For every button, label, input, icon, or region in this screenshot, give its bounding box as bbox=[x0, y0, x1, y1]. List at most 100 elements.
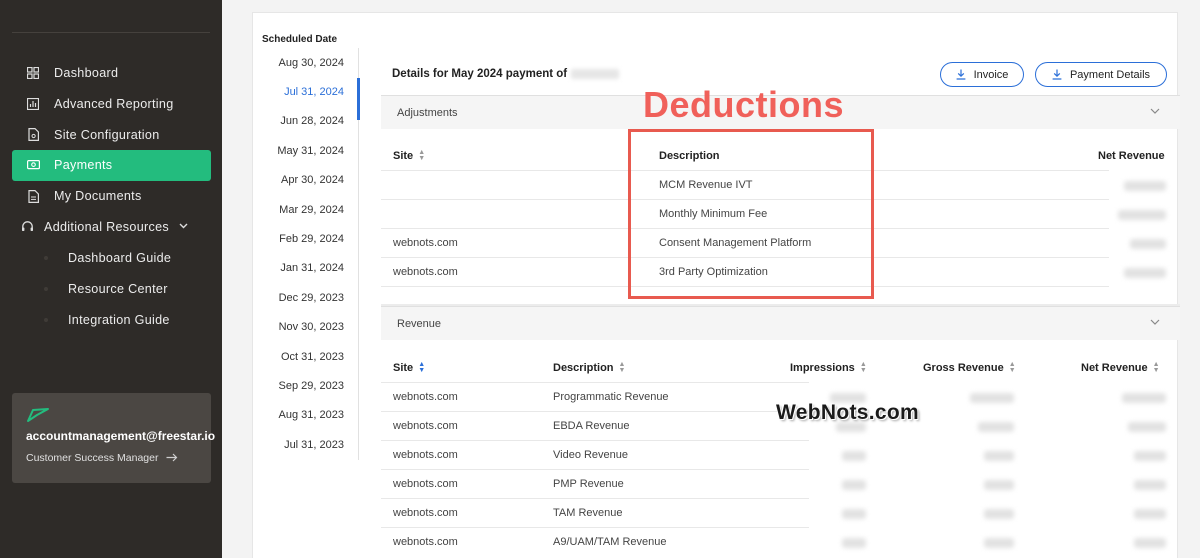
money-icon bbox=[26, 158, 40, 172]
row-divider bbox=[381, 527, 809, 528]
redacted-impressions bbox=[842, 480, 866, 490]
revenue-site: webnots.com bbox=[393, 391, 458, 403]
sidebar-item-my-documents[interactable]: My Documents bbox=[12, 181, 211, 212]
bullet-icon bbox=[44, 255, 48, 260]
row-divider bbox=[381, 411, 809, 412]
row-divider bbox=[381, 498, 809, 499]
details-title-text: Details for May 2024 payment of bbox=[392, 68, 568, 80]
grid-icon bbox=[26, 66, 40, 80]
sort-icon: ▲ ▼ bbox=[418, 361, 426, 374]
redacted-gross-revenue bbox=[970, 393, 1014, 403]
sidebar-item-label: Site Configuration bbox=[54, 127, 160, 142]
sidebar-item-label: Advanced Reporting bbox=[54, 97, 174, 112]
revenue-title: Revenue bbox=[397, 317, 442, 330]
date-item[interactable]: Sep 29, 2023 bbox=[262, 371, 358, 400]
redacted-net-revenue bbox=[1134, 480, 1166, 490]
sidebar-item-additional-resources[interactable]: Additional Resources bbox=[12, 211, 211, 242]
payment-details-button-label: Payment Details bbox=[1069, 68, 1151, 81]
deductions-annotation: Deductions bbox=[643, 84, 845, 125]
sidebar-subitem-integration-guide[interactable]: Integration Guide bbox=[12, 305, 211, 336]
revenue-section-header[interactable]: Revenue bbox=[381, 306, 1180, 340]
sidebar-subitem-label: Dashboard Guide bbox=[68, 250, 172, 265]
date-item[interactable]: Aug 30, 2024 bbox=[262, 48, 358, 77]
column-label: Net Revenue bbox=[1081, 362, 1148, 374]
revenue-description: PMP Revenue bbox=[553, 478, 624, 490]
sidebar-item-payments[interactable]: Payments bbox=[12, 150, 211, 181]
redacted-gross-revenue bbox=[984, 509, 1014, 519]
sidebar-item-label: Dashboard bbox=[54, 66, 119, 81]
date-item[interactable]: May 31, 2024 bbox=[262, 136, 358, 165]
chevron-down-icon bbox=[1150, 317, 1160, 328]
redacted-gross-revenue bbox=[984, 480, 1014, 490]
date-item-selected[interactable]: Jul 31, 2024 bbox=[262, 77, 358, 106]
sidebar-subitem-label: Resource Center bbox=[68, 282, 168, 297]
revenue-header-site[interactable]: Site ▲ ▼ bbox=[393, 361, 426, 374]
revenue-header-description[interactable]: Description ▲ ▼ bbox=[553, 361, 625, 374]
revenue-site: webnots.com bbox=[393, 536, 458, 548]
payment-details-button[interactable]: Payment Details bbox=[1035, 62, 1167, 87]
sort-icon: ▲ ▼ bbox=[859, 361, 867, 374]
redacted-net-revenue bbox=[1118, 210, 1166, 220]
date-item[interactable]: Nov 30, 2023 bbox=[262, 313, 358, 342]
sidebar-subitem-resource-center[interactable]: Resource Center bbox=[12, 273, 211, 304]
date-item[interactable]: Aug 31, 2023 bbox=[262, 401, 358, 430]
redacted-gross-revenue bbox=[984, 538, 1014, 548]
adjustments-header-site[interactable]: Site ▲ ▼ bbox=[393, 149, 426, 162]
details-title: Details for May 2024 payment of bbox=[392, 68, 620, 80]
redacted-gross-revenue bbox=[978, 422, 1014, 432]
revenue-header-impressions[interactable]: Impressions ▲ ▼ bbox=[790, 361, 867, 374]
revenue-site: webnots.com bbox=[393, 478, 458, 490]
date-item[interactable]: Dec 29, 2023 bbox=[262, 283, 358, 312]
date-item[interactable]: Jan 31, 2024 bbox=[262, 254, 358, 283]
revenue-header-gross-revenue[interactable]: Gross Revenue ▲ ▼ bbox=[923, 361, 1016, 374]
account-email: accountmanagement@freestar.io bbox=[26, 429, 216, 443]
invoice-button[interactable]: Invoice bbox=[940, 62, 1024, 87]
document-icon bbox=[26, 189, 40, 203]
date-item[interactable]: Feb 29, 2024 bbox=[262, 224, 358, 253]
adjustments-header-net-revenue: Net Revenue bbox=[1098, 150, 1165, 162]
redacted-net-revenue bbox=[1128, 422, 1166, 432]
revenue-header-net-revenue[interactable]: Net Revenue ▲ ▼ bbox=[1081, 361, 1160, 374]
chevron-down-icon bbox=[1150, 106, 1160, 117]
sidebar-item-dashboard[interactable]: Dashboard bbox=[12, 58, 211, 89]
sort-icon: ▲ ▼ bbox=[418, 149, 426, 162]
revenue-description: EBDA Revenue bbox=[553, 420, 630, 432]
redacted-amount bbox=[571, 69, 620, 79]
adjustment-site: webnots.com bbox=[393, 266, 458, 278]
arrow-right-icon bbox=[166, 451, 178, 465]
invoice-button-label: Invoice bbox=[973, 68, 1009, 81]
column-label: Gross Revenue bbox=[923, 362, 1004, 374]
redacted-net-revenue bbox=[1124, 181, 1166, 191]
redacted-net-revenue bbox=[1134, 538, 1166, 548]
freestar-logo-icon bbox=[26, 407, 50, 425]
sort-icon: ▲ ▼ bbox=[1152, 361, 1160, 374]
chart-icon bbox=[26, 97, 40, 111]
redacted-impressions bbox=[842, 451, 866, 461]
account-role-link[interactable]: Customer Success Manager bbox=[26, 451, 197, 465]
sidebar-item-site-configuration[interactable]: Site Configuration bbox=[12, 119, 211, 150]
account-role: Customer Success Manager bbox=[26, 452, 159, 464]
date-selected-indicator bbox=[357, 78, 360, 120]
deductions-highlight-box bbox=[628, 129, 874, 299]
sidebar-nav: Dashboard Advanced Reporting Site Config… bbox=[12, 58, 211, 336]
download-icon bbox=[1052, 69, 1062, 80]
column-label: Site bbox=[393, 362, 414, 374]
account-manager-card: accountmanagement@freestar.io Customer S… bbox=[12, 393, 216, 483]
download-icon bbox=[956, 69, 966, 80]
scheduled-date-list: Aug 30, 2024 Jul 31, 2024 Jun 28, 2024 M… bbox=[262, 48, 358, 459]
date-item[interactable]: Mar 29, 2024 bbox=[262, 195, 358, 224]
date-item[interactable]: Jun 28, 2024 bbox=[262, 107, 358, 136]
webnots-watermark: WebNots.com bbox=[776, 401, 919, 424]
row-divider bbox=[381, 469, 809, 470]
date-item[interactable]: Apr 30, 2024 bbox=[262, 166, 358, 195]
scheduled-date-header: Scheduled Date bbox=[262, 34, 338, 45]
row-divider bbox=[381, 382, 809, 383]
revenue-description: A9/UAM/TAM Revenue bbox=[553, 536, 667, 548]
sidebar-item-advanced-reporting[interactable]: Advanced Reporting bbox=[12, 89, 211, 120]
config-file-icon bbox=[26, 128, 40, 142]
date-item[interactable]: Jul 31, 2023 bbox=[262, 430, 358, 459]
sidebar-subitem-dashboard-guide[interactable]: Dashboard Guide bbox=[12, 242, 211, 273]
date-item[interactable]: Oct 31, 2023 bbox=[262, 342, 358, 371]
sort-icon: ▲ ▼ bbox=[1008, 361, 1016, 374]
redacted-net-revenue bbox=[1134, 451, 1166, 461]
